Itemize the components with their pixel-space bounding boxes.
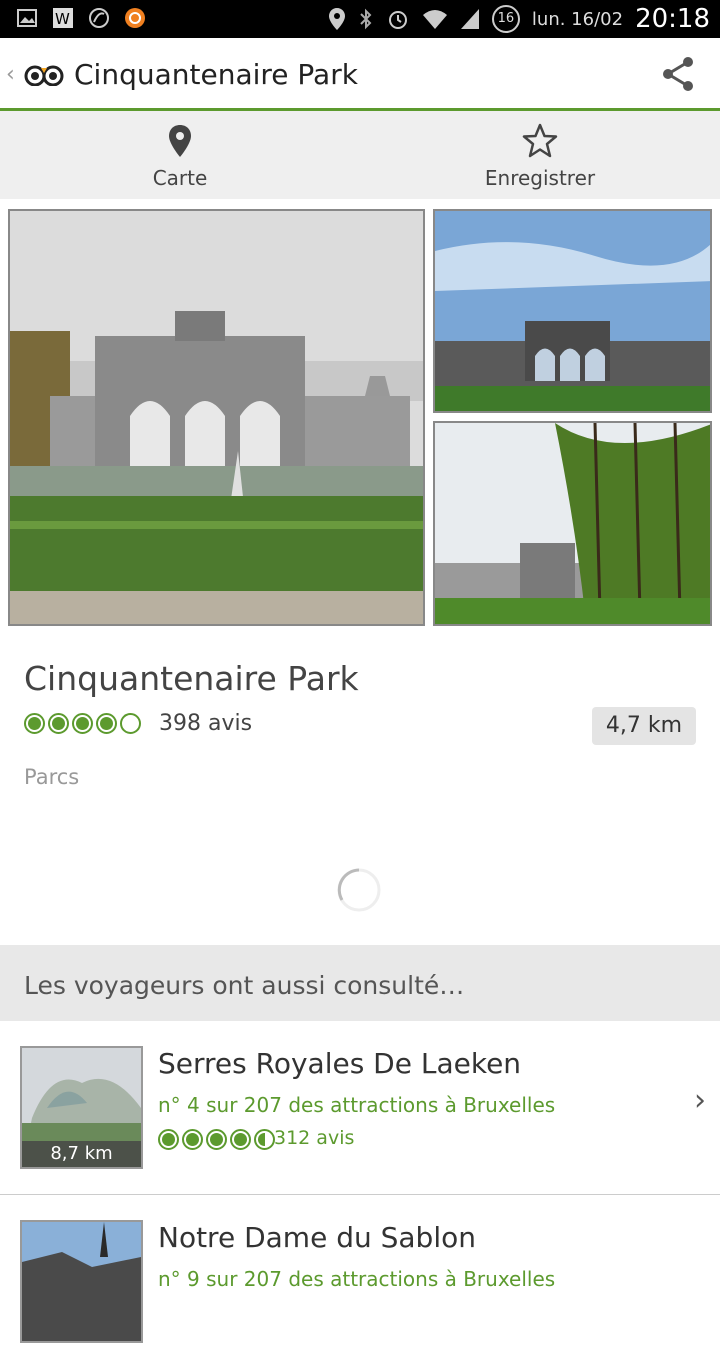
photo-gallery (0, 199, 720, 635)
rating-bubble (96, 713, 117, 734)
wiki-icon: W (53, 8, 73, 28)
app-icon (125, 8, 145, 28)
gallery-icon (17, 9, 37, 27)
item-title: Serres Royales De Laeken (158, 1047, 522, 1080)
wifi-icon (422, 10, 447, 29)
category-label: Parcs (24, 765, 80, 789)
action-bar: ‹ Cinquantenaire Park (0, 38, 720, 111)
photo-thumb-1[interactable] (433, 209, 712, 413)
photo-main[interactable] (8, 209, 425, 626)
alarm-icon (388, 11, 407, 29)
status-date: lun. 16/02 (531, 8, 624, 30)
list-item[interactable]: 8,7 km Serres Royales De Laeken n° 4 sur… (0, 1021, 720, 1195)
place-name: Cinquantenaire Park (24, 659, 359, 698)
review-count[interactable]: 398 avis (159, 711, 252, 736)
tab-map[interactable]: Carte (0, 111, 360, 199)
rating-bubble (24, 713, 45, 734)
notification-badge: 16 (491, 5, 520, 33)
share-icon[interactable] (658, 54, 698, 94)
item-thumbnail: 8,7 km (20, 1046, 143, 1169)
rating-bubble (158, 1129, 179, 1150)
rating-bubble (72, 713, 93, 734)
rating-bubble (120, 713, 141, 734)
status-bar: W 16 lun. 16/02 20:18 (0, 0, 720, 38)
item-thumbnail (20, 1220, 143, 1343)
rating-bubble (254, 1129, 275, 1150)
item-distance: 8,7 km (22, 1141, 141, 1167)
tab-save-label: Enregistrer (484, 166, 596, 190)
location-icon (328, 8, 345, 30)
bluetooth-icon (360, 8, 372, 30)
map-pin-icon (169, 125, 191, 157)
item-review-count: 312 avis (274, 1127, 355, 1149)
rating-bubbles (24, 713, 141, 734)
svg-text:W: W (55, 10, 70, 28)
list-item[interactable]: Notre Dame du Sablon n° 9 sur 207 des at… (0, 1195, 720, 1368)
related-section-header: Les voyageurs ont aussi consulté… (0, 945, 720, 1022)
star-outline-icon (522, 123, 558, 158)
status-time: 20:18 (635, 4, 710, 34)
back-chevron-icon[interactable]: ‹ (6, 62, 15, 87)
place-info: Cinquantenaire Park 398 avis 4,7 km Parc… (0, 635, 720, 945)
sync-icon (89, 8, 109, 28)
chevron-right-icon: › (694, 1083, 706, 1118)
item-rank: n° 9 sur 207 des attractions à Bruxelles (158, 1267, 556, 1291)
tab-save[interactable]: Enregistrer (360, 111, 720, 199)
item-title: Notre Dame du Sablon (158, 1221, 476, 1254)
signal-icon (460, 9, 479, 29)
rating-bubble (182, 1129, 203, 1150)
item-rank: n° 4 sur 207 des attractions à Bruxelles (158, 1093, 556, 1117)
rating-bubble (48, 713, 69, 734)
loading-spinner (337, 868, 381, 912)
related-header-label: Les voyageurs ont aussi consulté… (24, 971, 465, 1000)
photo-thumb-2[interactable] (433, 421, 712, 626)
rating-bubble (230, 1129, 251, 1150)
rating-bubble (206, 1129, 227, 1150)
action-tabs: Carte Enregistrer (0, 111, 720, 200)
item-rating-bubbles (158, 1129, 275, 1150)
tripadvisor-owl-icon[interactable] (24, 64, 64, 86)
distance-badge: 4,7 km (592, 707, 696, 745)
page-title: Cinquantenaire Park (74, 58, 358, 91)
tab-map-label: Carte (152, 166, 208, 190)
